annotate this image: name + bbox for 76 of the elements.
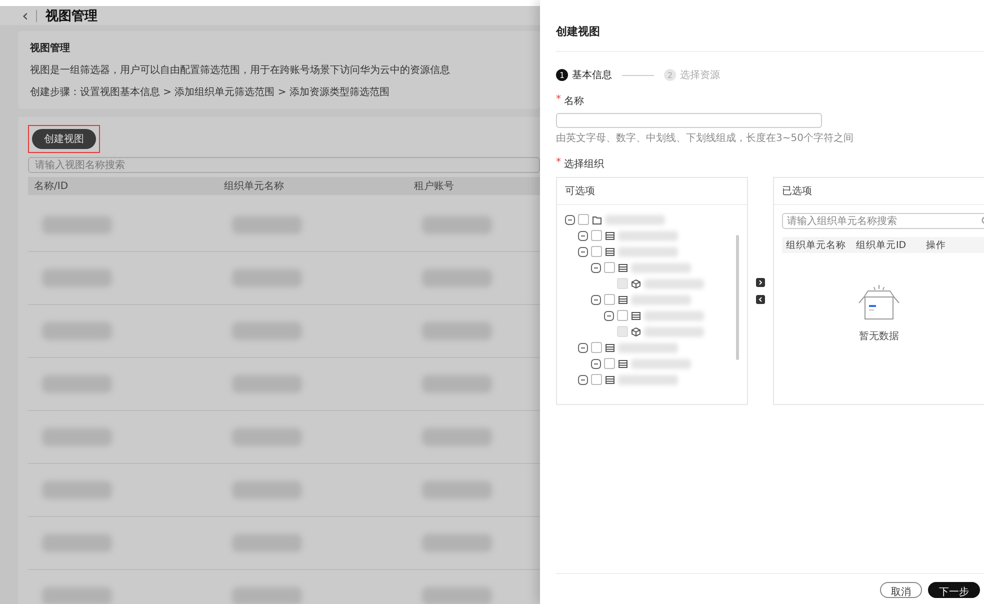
checkbox[interactable] (578, 214, 589, 225)
collapse-icon[interactable] (591, 262, 601, 272)
step-number: 1 (556, 69, 568, 81)
list-icon (605, 246, 615, 256)
panel-title: 可选项 (557, 178, 747, 205)
redacted-label (618, 230, 678, 240)
list-icon (618, 262, 628, 272)
field-label: 选择组织 (564, 158, 604, 171)
next-button[interactable]: 下一步 (928, 582, 980, 598)
checkbox[interactable] (591, 246, 602, 257)
column-header: 操作 (925, 238, 947, 252)
collapse-icon[interactable] (578, 374, 588, 384)
org-search-field[interactable]: 请输入组织单元名称搜索 (782, 213, 984, 229)
list-icon (631, 310, 641, 320)
column-header: 租户账号 (413, 180, 455, 193)
collapse-icon[interactable] (578, 342, 588, 352)
list-icon (618, 294, 628, 304)
redacted-label (644, 278, 704, 288)
cube-icon (631, 326, 641, 336)
redacted-cell (42, 587, 112, 604)
redacted-label (605, 214, 665, 224)
scrollbar[interactable] (736, 235, 739, 360)
back-icon[interactable]: ‹ (22, 6, 28, 25)
collapse-icon[interactable] (591, 294, 601, 304)
page-title: 视图管理 (45, 8, 98, 24)
list-icon (605, 374, 615, 384)
panel-title: 已选项 (774, 178, 984, 205)
drawer-title: 创建视图 (556, 0, 984, 52)
field-label: 名称 (564, 95, 584, 108)
required-mark: * (556, 94, 561, 107)
column-header: 组织单元ID (855, 238, 908, 252)
name-field[interactable] (556, 113, 822, 128)
list-icon (618, 358, 628, 368)
collapse-icon[interactable] (591, 358, 601, 368)
checkbox[interactable] (591, 230, 602, 241)
step-number: 2 (664, 69, 676, 81)
step-label: 基本信息 (572, 68, 612, 82)
cube-icon (631, 278, 641, 288)
redacted-cell (232, 587, 302, 604)
list-icon (605, 342, 615, 352)
checkbox[interactable] (604, 262, 615, 273)
checkbox[interactable] (604, 358, 615, 369)
redacted-label (618, 374, 678, 384)
collapse-icon[interactable] (565, 214, 575, 224)
redacted-label (618, 246, 678, 256)
move-left-icon[interactable] (756, 295, 765, 304)
redacted-label (631, 358, 691, 368)
collapse-icon[interactable] (578, 246, 588, 256)
empty-text: 暂无数据 (859, 330, 899, 343)
checkbox[interactable] (604, 294, 615, 305)
checkbox[interactable] (591, 374, 602, 385)
redacted-label (618, 342, 678, 352)
move-right-icon[interactable] (756, 278, 765, 287)
collapse-icon[interactable] (604, 310, 614, 320)
checkbox[interactable] (617, 310, 628, 321)
description-text: 视图是一组筛选器，用户可以自由配置筛选范围，用于在跨账号场景下访问华为云中的资源信息 (30, 64, 451, 77)
step-label: 选择资源 (680, 68, 720, 82)
collapse-icon[interactable] (578, 230, 588, 240)
checkbox[interactable] (591, 342, 602, 353)
redacted-label (631, 262, 691, 272)
column-header: 组织单元名称 (223, 180, 285, 193)
create-view-button[interactable]: 创建视图 (32, 129, 96, 149)
redacted-label (644, 310, 704, 320)
required-mark: * (556, 157, 561, 170)
field-hint: 由英文字母、数字、中划线、下划线组成，长度在3~50个字符之间 (556, 132, 854, 145)
list-icon (605, 230, 615, 240)
cancel-button[interactable]: 取消 (880, 582, 922, 598)
redacted-label (644, 326, 704, 336)
search-field[interactable]: 请输入视图名称搜索 (28, 157, 540, 173)
folder-icon (592, 214, 602, 224)
redacted-label (631, 294, 691, 304)
column-header: 组织单元名称 (785, 238, 847, 252)
section-heading: 视图管理 (30, 42, 71, 55)
column-header: 名称/ID (33, 180, 70, 193)
redacted-cell (422, 587, 492, 604)
description-text: 创建步骤：设置视图基本信息 > 添加组织单元筛选范围 > 添加资源类型筛选范围 (30, 86, 390, 99)
